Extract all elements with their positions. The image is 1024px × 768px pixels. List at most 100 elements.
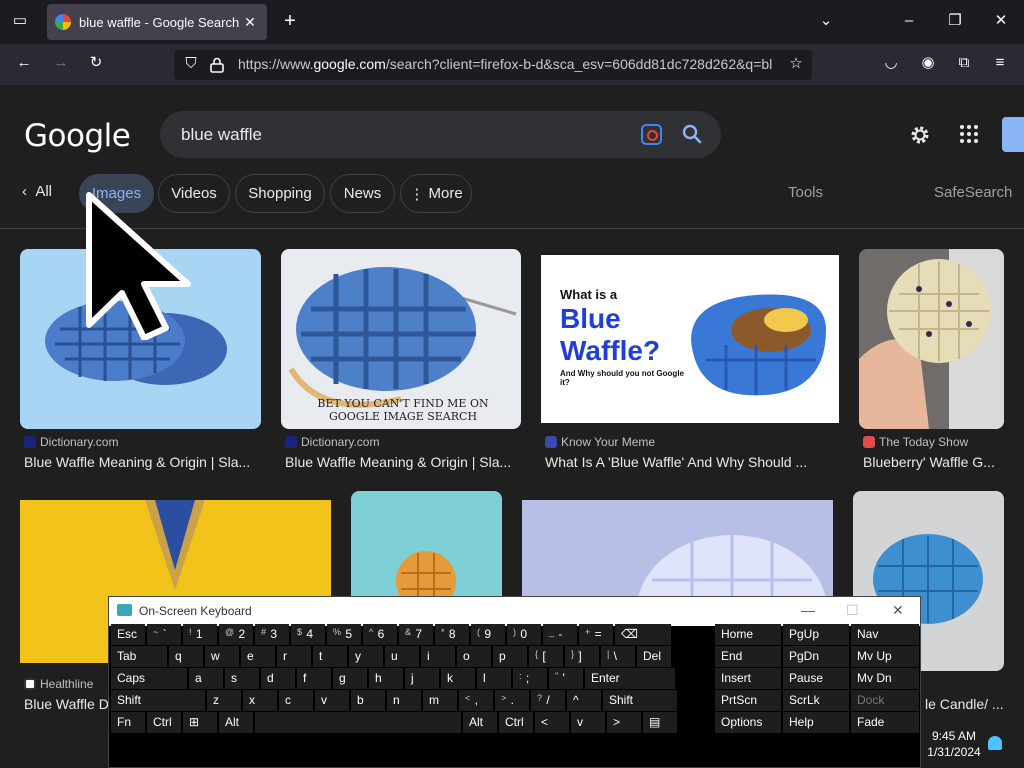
result-title[interactable]: Blue Waffle D... xyxy=(24,696,114,712)
bookmark-star-icon[interactable]: ☆ xyxy=(785,54,807,76)
result-title[interactable]: What Is A 'Blue Waffle' And Why Should .… xyxy=(545,454,835,470)
key[interactable]: ^ 6 xyxy=(363,624,397,645)
gear-icon[interactable] xyxy=(908,123,932,147)
minimize-icon[interactable]: — xyxy=(801,602,815,618)
result-image-4[interactable] xyxy=(859,249,1004,429)
key[interactable]: x xyxy=(243,690,277,711)
key[interactable]: r xyxy=(277,646,311,667)
nav-key[interactable]: Home xyxy=(715,624,781,645)
key[interactable]: y xyxy=(349,646,383,667)
key[interactable]: o xyxy=(457,646,491,667)
close-icon[interactable]: ✕ xyxy=(892,602,904,619)
url-bar[interactable]: ⛉ https://www.google.com/search?client=f… xyxy=(174,50,812,80)
tools-button[interactable]: Tools xyxy=(788,184,823,201)
key[interactable]: b xyxy=(351,690,385,711)
key[interactable]: s xyxy=(225,668,259,689)
search-input[interactable]: blue waffle xyxy=(181,125,262,145)
key[interactable]: d xyxy=(261,668,295,689)
result-source[interactable]: Healthline xyxy=(24,677,93,691)
account-icon[interactable]: ◉ xyxy=(917,53,939,75)
key[interactable]: ~ ` xyxy=(147,624,181,645)
key[interactable]: # 3 xyxy=(255,624,289,645)
close-window-icon[interactable]: ✕ xyxy=(990,11,1012,33)
search-box[interactable]: blue waffle xyxy=(160,111,721,158)
nav-key[interactable]: ScrLk xyxy=(783,690,849,711)
key[interactable]: ! 1 xyxy=(183,624,217,645)
forward-icon[interactable]: → xyxy=(50,53,72,75)
key[interactable]: Ctrl xyxy=(499,712,533,733)
key[interactable]: > . xyxy=(495,690,529,711)
key[interactable]: i xyxy=(421,646,455,667)
key[interactable]: % 5 xyxy=(327,624,361,645)
reload-icon[interactable]: ↻ xyxy=(85,53,107,75)
key[interactable]: ) 0 xyxy=(507,624,541,645)
key[interactable]: h xyxy=(369,668,403,689)
key[interactable]: ? / xyxy=(531,690,565,711)
key[interactable]: m xyxy=(423,690,457,711)
result-source[interactable]: The Today Show xyxy=(863,435,968,449)
tab-shopping[interactable]: Shopping xyxy=(235,174,325,213)
all-results-link[interactable]: ‹ All xyxy=(22,183,52,200)
key[interactable]: f xyxy=(297,668,331,689)
nav-key[interactable]: PrtScn xyxy=(715,690,781,711)
result-source[interactable]: Know Your Meme xyxy=(545,435,655,449)
sign-in-button[interactable] xyxy=(1002,117,1024,152)
safesearch-button[interactable]: SafeSearch xyxy=(934,184,1012,201)
key[interactable]: } ] xyxy=(565,646,599,667)
key[interactable]: Alt xyxy=(219,712,253,733)
key[interactable]: j xyxy=(405,668,439,689)
nav-key[interactable]: Help xyxy=(783,712,849,733)
key[interactable] xyxy=(255,712,461,733)
google-lens-icon[interactable] xyxy=(641,124,662,145)
search-icon[interactable] xyxy=(680,122,704,146)
key[interactable]: < xyxy=(535,712,569,733)
key[interactable]: u xyxy=(385,646,419,667)
key[interactable]: * 8 xyxy=(435,624,469,645)
tab-more[interactable]: ⋮ More xyxy=(400,174,472,213)
key[interactable]: Shift xyxy=(111,690,205,711)
nav-key[interactable]: End xyxy=(715,646,781,667)
key[interactable]: | \ xyxy=(601,646,635,667)
tab-list-icon[interactable]: ▭ xyxy=(9,11,31,33)
result-title[interactable]: Blueberry' Waffle G... xyxy=(863,454,1004,470)
key[interactable]: q xyxy=(169,646,203,667)
browser-tab[interactable]: blue waffle - Google Search ✕ xyxy=(47,4,267,40)
nav-key[interactable]: Dock xyxy=(851,690,919,711)
key[interactable]: n xyxy=(387,690,421,711)
result-title[interactable]: Blue Waffle Meaning & Origin | Sla... xyxy=(24,454,261,470)
key[interactable]: c xyxy=(279,690,313,711)
key[interactable]: $ 4 xyxy=(291,624,325,645)
key[interactable]: v xyxy=(571,712,605,733)
back-icon[interactable]: ← xyxy=(13,53,35,75)
extensions-icon[interactable]: ⧉ xyxy=(953,53,975,75)
google-apps-icon[interactable] xyxy=(958,123,980,145)
key[interactable]: < , xyxy=(459,690,493,711)
osk-title-bar[interactable]: On-Screen Keyboard — ☐ ✕ xyxy=(109,597,920,626)
chevron-down-icon[interactable]: ⌄ xyxy=(815,11,837,33)
key[interactable]: v xyxy=(315,690,349,711)
nav-key[interactable]: Options xyxy=(715,712,781,733)
key[interactable]: Ctrl xyxy=(147,712,181,733)
google-logo[interactable]: Google xyxy=(24,118,131,154)
lock-icon[interactable] xyxy=(210,57,224,73)
key[interactable]: Tab xyxy=(111,646,167,667)
nav-key[interactable]: Mv Up xyxy=(851,646,919,667)
key[interactable]: Del xyxy=(637,646,671,667)
key[interactable]: { [ xyxy=(529,646,563,667)
result-image-3[interactable]: What is a Blue Waffle? And Why should yo… xyxy=(541,255,839,423)
key[interactable]: ▤ xyxy=(643,712,677,733)
key[interactable]: Enter xyxy=(585,668,675,689)
key[interactable]: ( 9 xyxy=(471,624,505,645)
key[interactable]: Alt xyxy=(463,712,497,733)
key[interactable]: w xyxy=(205,646,239,667)
key[interactable]: ⌫ xyxy=(615,624,671,645)
minimize-icon[interactable]: – xyxy=(898,11,920,33)
key[interactable]: ^ xyxy=(567,690,601,711)
pocket-icon[interactable]: ◡ xyxy=(880,53,902,75)
key[interactable]: Fn xyxy=(111,712,145,733)
on-screen-keyboard[interactable]: On-Screen Keyboard — ☐ ✕ Esc ~ `! 1 @ 2 # 3… xyxy=(108,596,921,768)
taskbar-clock[interactable]: 9:45 AM 1/31/2024 xyxy=(924,728,984,760)
key[interactable]: e xyxy=(241,646,275,667)
key[interactable]: t xyxy=(313,646,347,667)
key[interactable]: g xyxy=(333,668,367,689)
